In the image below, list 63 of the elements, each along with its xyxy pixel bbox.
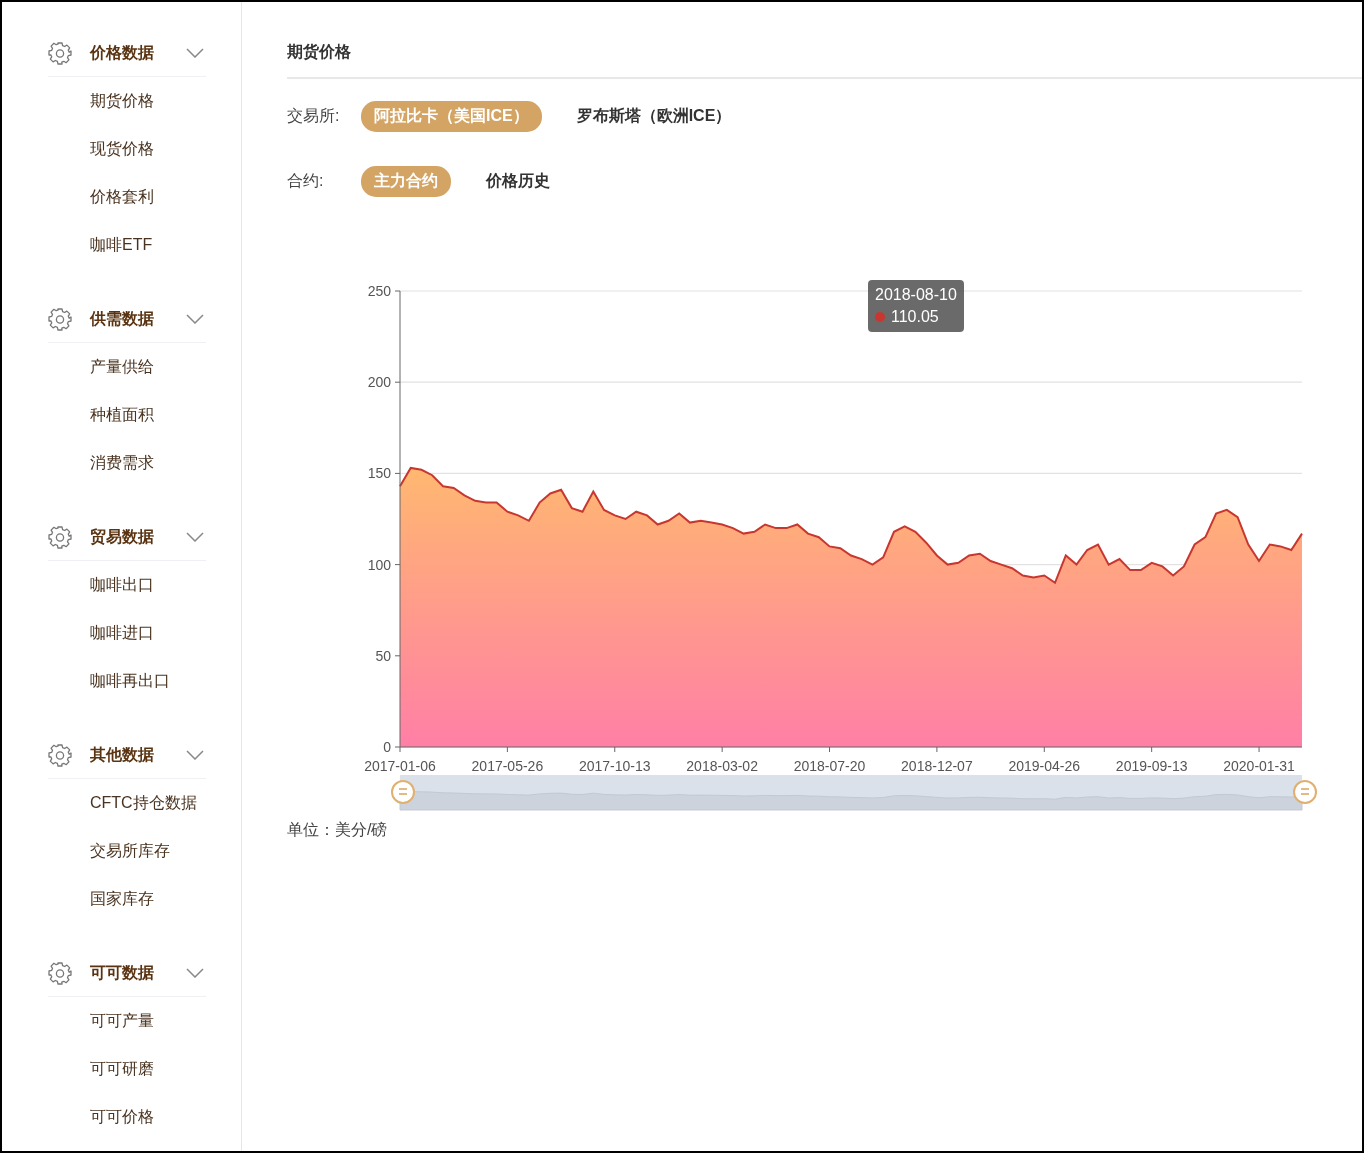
section-header[interactable]: 其他数据 — [48, 732, 206, 779]
section-title: 贸易数据 — [90, 526, 155, 548]
sidebar-item[interactable]: 国家库存 — [48, 875, 206, 923]
section-title: 可可数据 — [90, 962, 155, 983]
settings-icon — [48, 41, 72, 65]
sidebar-item[interactable]: CFTC持仓数据 — [48, 779, 206, 827]
settings-icon — [48, 743, 72, 767]
settings-icon — [48, 961, 72, 985]
filter-label: 交易所: — [287, 105, 341, 126]
sidebar-item[interactable]: 可可产量 — [48, 997, 206, 1045]
x-tick-label: 2017-10-13 — [578, 758, 651, 774]
x-tick-label: 2018-12-07 — [901, 758, 973, 774]
chevron-down-icon — [186, 532, 204, 542]
x-tick-label: 2019-04-26 — [1008, 758, 1081, 774]
y-tick-label: 150 — [367, 465, 391, 482]
sidebar-item[interactable]: 可可研磨 — [48, 1045, 206, 1093]
zoom-slider[interactable] — [399, 775, 1303, 811]
chevron-down-icon — [186, 968, 204, 978]
section-header[interactable]: 价格数据 — [48, 30, 206, 77]
sidebar-item[interactable]: 价格套利 — [48, 173, 206, 221]
chevron-down-icon — [186, 314, 204, 324]
filter-option[interactable]: 罗布斯塔（欧洲ICE） — [563, 100, 745, 132]
settings-icon — [48, 307, 72, 331]
sidebar-item[interactable]: 消费需求 — [48, 439, 206, 487]
section-title: 其他数据 — [90, 744, 155, 765]
unit-label: 单位：美分/磅 — [287, 820, 389, 840]
section-title: 供需数据 — [90, 308, 155, 329]
sidebar-item[interactable]: 现货价格 — [48, 125, 206, 173]
section-header[interactable]: 贸易数据 — [48, 514, 206, 561]
tooltip-date: 2018-08-10 — [875, 286, 957, 304]
x-tick-label: 2018-03-02 — [686, 758, 758, 774]
y-tick-label: 250 — [367, 283, 391, 299]
filter-label: 合约: — [287, 170, 325, 191]
x-tick-label: 2019-09-13 — [1115, 758, 1188, 774]
sidebar-item[interactable]: 期货价格 — [48, 77, 206, 125]
sidebar-item[interactable]: 产量供给 — [48, 343, 206, 391]
page-title: 期货价格 — [287, 42, 351, 63]
settings-icon — [48, 525, 72, 549]
sidebar-item[interactable]: 种植面积 — [48, 391, 206, 439]
sidebar-item[interactable]: 咖啡ETF — [48, 221, 206, 269]
chevron-down-icon — [186, 750, 204, 760]
filter-option[interactable]: 价格历史 — [473, 165, 563, 197]
x-tick-label: 2020-01-31 — [1223, 758, 1295, 774]
section-header[interactable]: 供需数据 — [48, 296, 206, 343]
sidebar-item[interactable]: 咖啡出口 — [48, 561, 206, 609]
slider-handle[interactable] — [1293, 780, 1317, 804]
section-title: 价格数据 — [90, 42, 155, 63]
sidebar-item[interactable]: 可可价格 — [48, 1093, 206, 1141]
sidebar-item[interactable]: 咖啡进口 — [48, 609, 206, 657]
x-tick-label: 2018-07-20 — [793, 758, 866, 774]
tooltip-value: 110.05 — [891, 308, 939, 326]
y-tick-label: 50 — [375, 647, 391, 664]
y-tick-label: 0 — [383, 739, 391, 755]
y-tick-label: 100 — [367, 556, 391, 573]
sidebar-item[interactable]: 交易所库存 — [48, 827, 206, 875]
slider-handle[interactable] — [391, 780, 415, 804]
sidebar-item[interactable]: 咖啡再出口 — [48, 657, 206, 705]
series-dot-icon — [875, 312, 885, 322]
chevron-down-icon — [186, 48, 204, 58]
section-header[interactable]: 可可数据 — [48, 950, 206, 997]
x-tick-label: 2017-01-06 — [364, 758, 436, 774]
y-tick-label: 200 — [367, 374, 391, 391]
x-tick-label: 2017-05-26 — [471, 758, 544, 774]
